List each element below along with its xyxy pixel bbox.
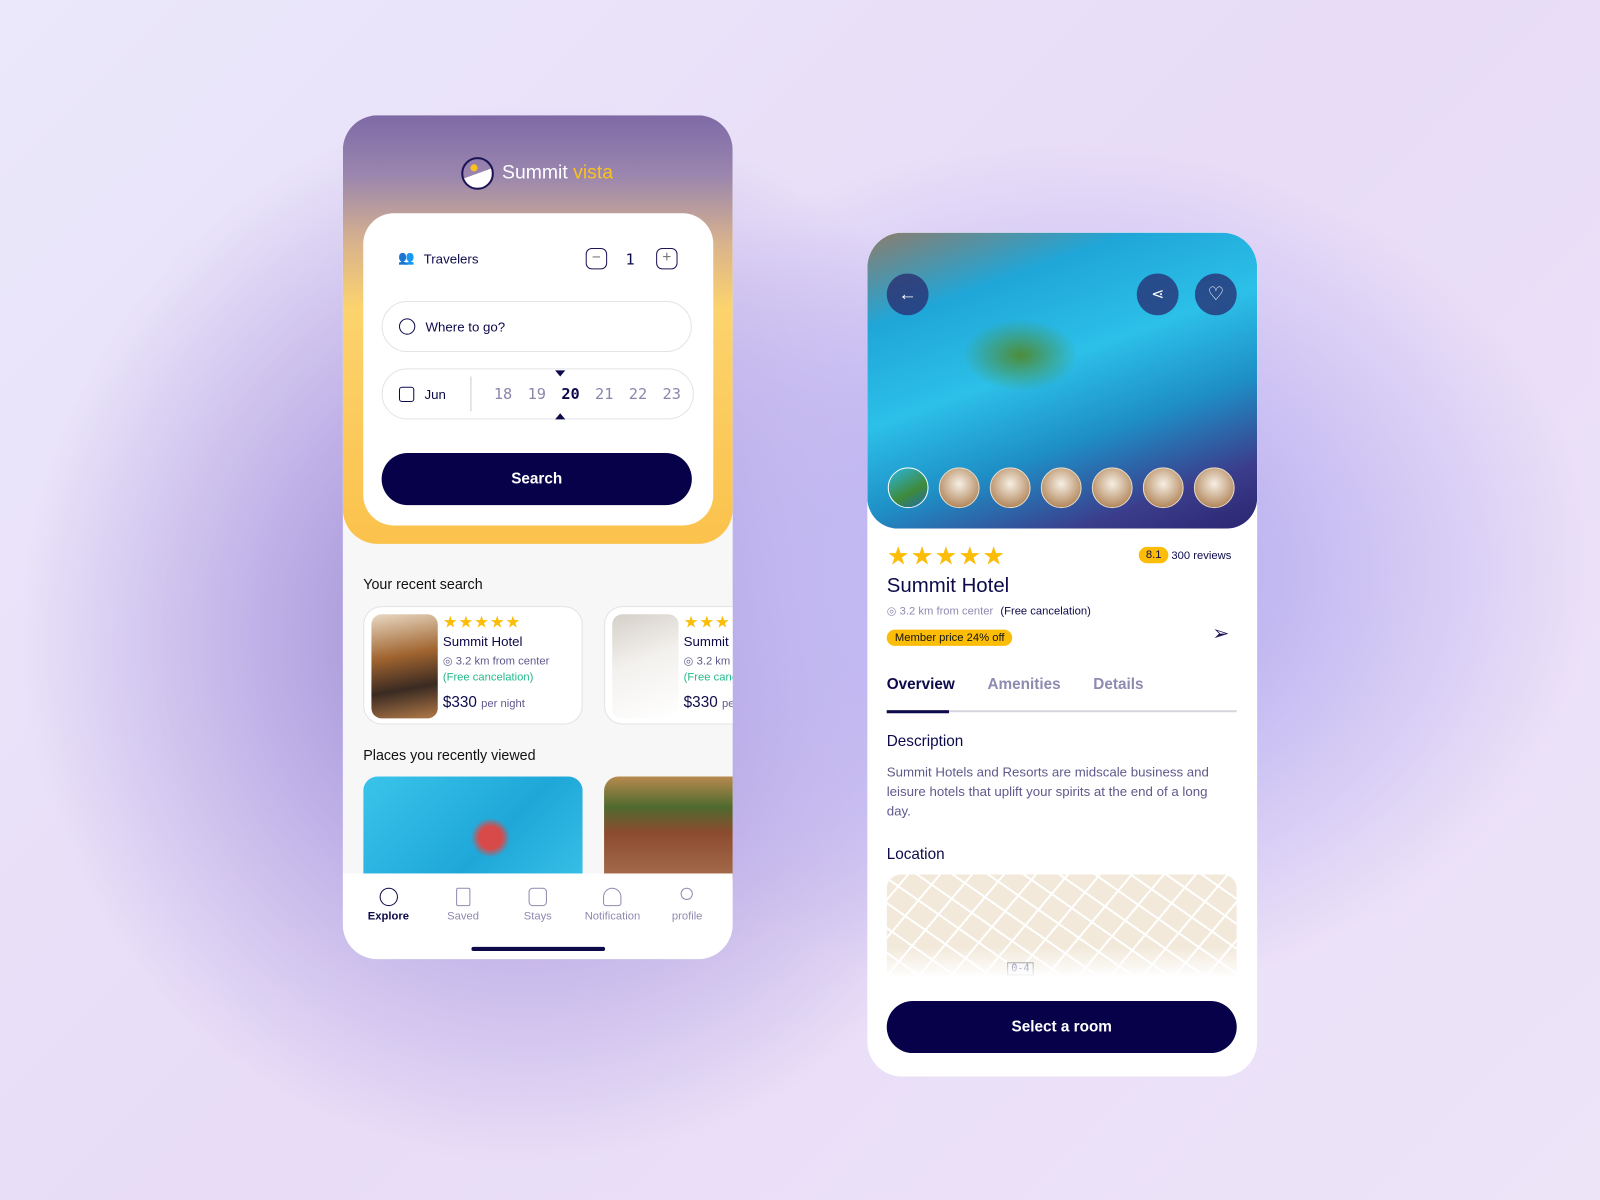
- brand-logo: Summit vista: [461, 157, 613, 190]
- share-icon: ⋖: [1151, 285, 1165, 304]
- favorite-button[interactable]: ♡: [1194, 273, 1237, 316]
- free-cancel-label: (Free cancelation): [1000, 605, 1091, 618]
- recent-place-image[interactable]: [604, 776, 733, 879]
- hotel-lobby-image: [371, 614, 438, 719]
- compass-icon: [379, 887, 398, 907]
- home-indicator: [471, 946, 606, 952]
- location-pin-icon: ◎: [886, 605, 900, 618]
- travelers-count: 1: [625, 249, 635, 269]
- price-unit: per night: [481, 697, 525, 711]
- date-picker[interactable]: Jun 18 19 20 21 22 23: [381, 368, 694, 420]
- search-icon: [398, 318, 416, 335]
- detail-tabs: Overview Amenities Details: [886, 676, 1237, 714]
- increment-travelers-button[interactable]: +: [656, 247, 678, 270]
- day-option-selected[interactable]: 20: [561, 385, 579, 403]
- nav-label: profile: [671, 910, 703, 923]
- day-option[interactable]: 19: [528, 385, 546, 403]
- day-scroller[interactable]: 18 19 20 21 22 23: [470, 376, 681, 412]
- hotel-distance: 3.2 km from center: [899, 605, 994, 618]
- arrow-left-icon: ←: [898, 283, 917, 305]
- search-hero: Summit vista 👥 Travelers − 1 + Where to g…: [342, 115, 733, 544]
- nav-profile[interactable]: profile: [650, 873, 725, 959]
- search-button[interactable]: Search: [381, 453, 692, 506]
- bottom-nav: Explore Saved Stays Notification profile: [342, 873, 733, 960]
- nav-label: Saved: [447, 910, 479, 923]
- mountain-sun-icon: [461, 157, 494, 190]
- search-screen: Summit vista 👥 Travelers − 1 + Where to g…: [342, 115, 733, 960]
- member-price-badge: Member price 24% off: [886, 629, 1013, 646]
- recent-search-title: Your recent search: [363, 575, 483, 592]
- day-option[interactable]: 18: [494, 385, 512, 403]
- photo-thumbnail[interactable]: [1040, 467, 1082, 509]
- tab-overview[interactable]: Overview: [886, 676, 955, 714]
- users-icon: 👥: [397, 249, 415, 266]
- brand-name: Summit: [502, 162, 568, 184]
- photo-thumbnails: [887, 467, 1235, 509]
- hotel-distance: 3.2 km from center: [455, 655, 550, 668]
- nav-label: Notification: [584, 910, 641, 923]
- location-pin-icon: ◎: [683, 655, 697, 668]
- heart-icon: ♡: [1207, 283, 1225, 305]
- month-label: Jun: [424, 386, 446, 402]
- select-room-button[interactable]: Select a room: [886, 1001, 1237, 1054]
- recently-viewed-title: Places you recently viewed: [363, 746, 536, 764]
- calendar-icon: [398, 386, 415, 402]
- hotel-pool-photo: ← ⋖ ♡: [867, 232, 1258, 529]
- hotel-price: $330: [683, 693, 718, 712]
- tab-details[interactable]: Details: [1093, 676, 1143, 711]
- hotel-title: Summit Hotel: [886, 574, 1010, 597]
- photo-thumbnail[interactable]: [989, 467, 1031, 509]
- bookmark-icon: [455, 887, 471, 907]
- day-option[interactable]: 23: [663, 385, 681, 403]
- photo-thumbnail[interactable]: [938, 467, 980, 509]
- share-button[interactable]: ⋖: [1136, 273, 1179, 316]
- recent-hotel-card[interactable]: ★★★★★ Summit Hotel ◎ 3.2 km from center …: [604, 606, 733, 725]
- photo-thumbnail-selected[interactable]: [887, 467, 929, 509]
- hotel-detail-screen: ← ⋖ ♡ ★★★★★ 8.1 300 reviews Summit Hotel…: [867, 232, 1258, 1077]
- location-pin-icon: ◎: [442, 655, 456, 668]
- price-unit: per night: [721, 697, 733, 711]
- location-title: Location: [886, 845, 945, 864]
- description-title: Description: [886, 732, 964, 750]
- destination-placeholder: Where to go?: [425, 318, 506, 335]
- hotel-room-image: [612, 614, 679, 719]
- back-button[interactable]: ←: [886, 273, 929, 316]
- reviews-link[interactable]: 300 reviews: [1171, 550, 1231, 562]
- send-icon[interactable]: ➢: [1212, 620, 1229, 646]
- decrement-travelers-button[interactable]: −: [585, 247, 608, 270]
- recent-hotel-card[interactable]: ★★★★★ Summit Hotel ◎ 3.2 km from center …: [363, 606, 583, 725]
- free-cancel-label: (Free cancelation): [683, 671, 733, 684]
- free-cancel-label: (Free cancelation): [442, 671, 534, 684]
- nav-explore[interactable]: Explore: [351, 873, 426, 959]
- brand-name-accent: vista: [573, 162, 614, 184]
- day-option[interactable]: 22: [629, 385, 647, 403]
- hotel-distance: 3.2 km from center: [696, 655, 733, 668]
- destination-input[interactable]: Where to go?: [381, 301, 692, 353]
- user-icon: [681, 887, 694, 900]
- description-text: Summit Hotels and Resorts are midscale b…: [886, 764, 1209, 819]
- briefcase-icon: [528, 887, 547, 907]
- hotel-name: Summit Hotel: [442, 633, 523, 649]
- score-badge: 8.1: [1138, 546, 1169, 564]
- photo-thumbnail[interactable]: [1142, 467, 1184, 509]
- star-rating: ★★★★★: [683, 614, 733, 632]
- day-option[interactable]: 21: [595, 385, 613, 403]
- recent-place-image[interactable]: [363, 776, 583, 879]
- nav-label: Stays: [523, 910, 552, 923]
- photo-thumbnail[interactable]: [1193, 467, 1235, 509]
- map-fade: [867, 946, 1258, 978]
- selector-caret-down-icon: [555, 370, 566, 377]
- hotel-name: Summit Hotel: [683, 633, 733, 649]
- selector-caret-up-icon: [555, 413, 566, 420]
- hotel-price: $330: [442, 693, 477, 712]
- photo-thumbnail[interactable]: [1091, 467, 1133, 509]
- search-panel: 👥 Travelers − 1 + Where to go? Jun 18 19 …: [363, 213, 714, 526]
- travelers-label: Travelers: [423, 250, 479, 266]
- bell-icon: [603, 887, 622, 907]
- nav-label: Explore: [367, 910, 409, 923]
- star-rating: ★★★★★: [886, 541, 1007, 571]
- star-rating: ★★★★★: [442, 614, 522, 632]
- tab-amenities[interactable]: Amenities: [987, 676, 1060, 711]
